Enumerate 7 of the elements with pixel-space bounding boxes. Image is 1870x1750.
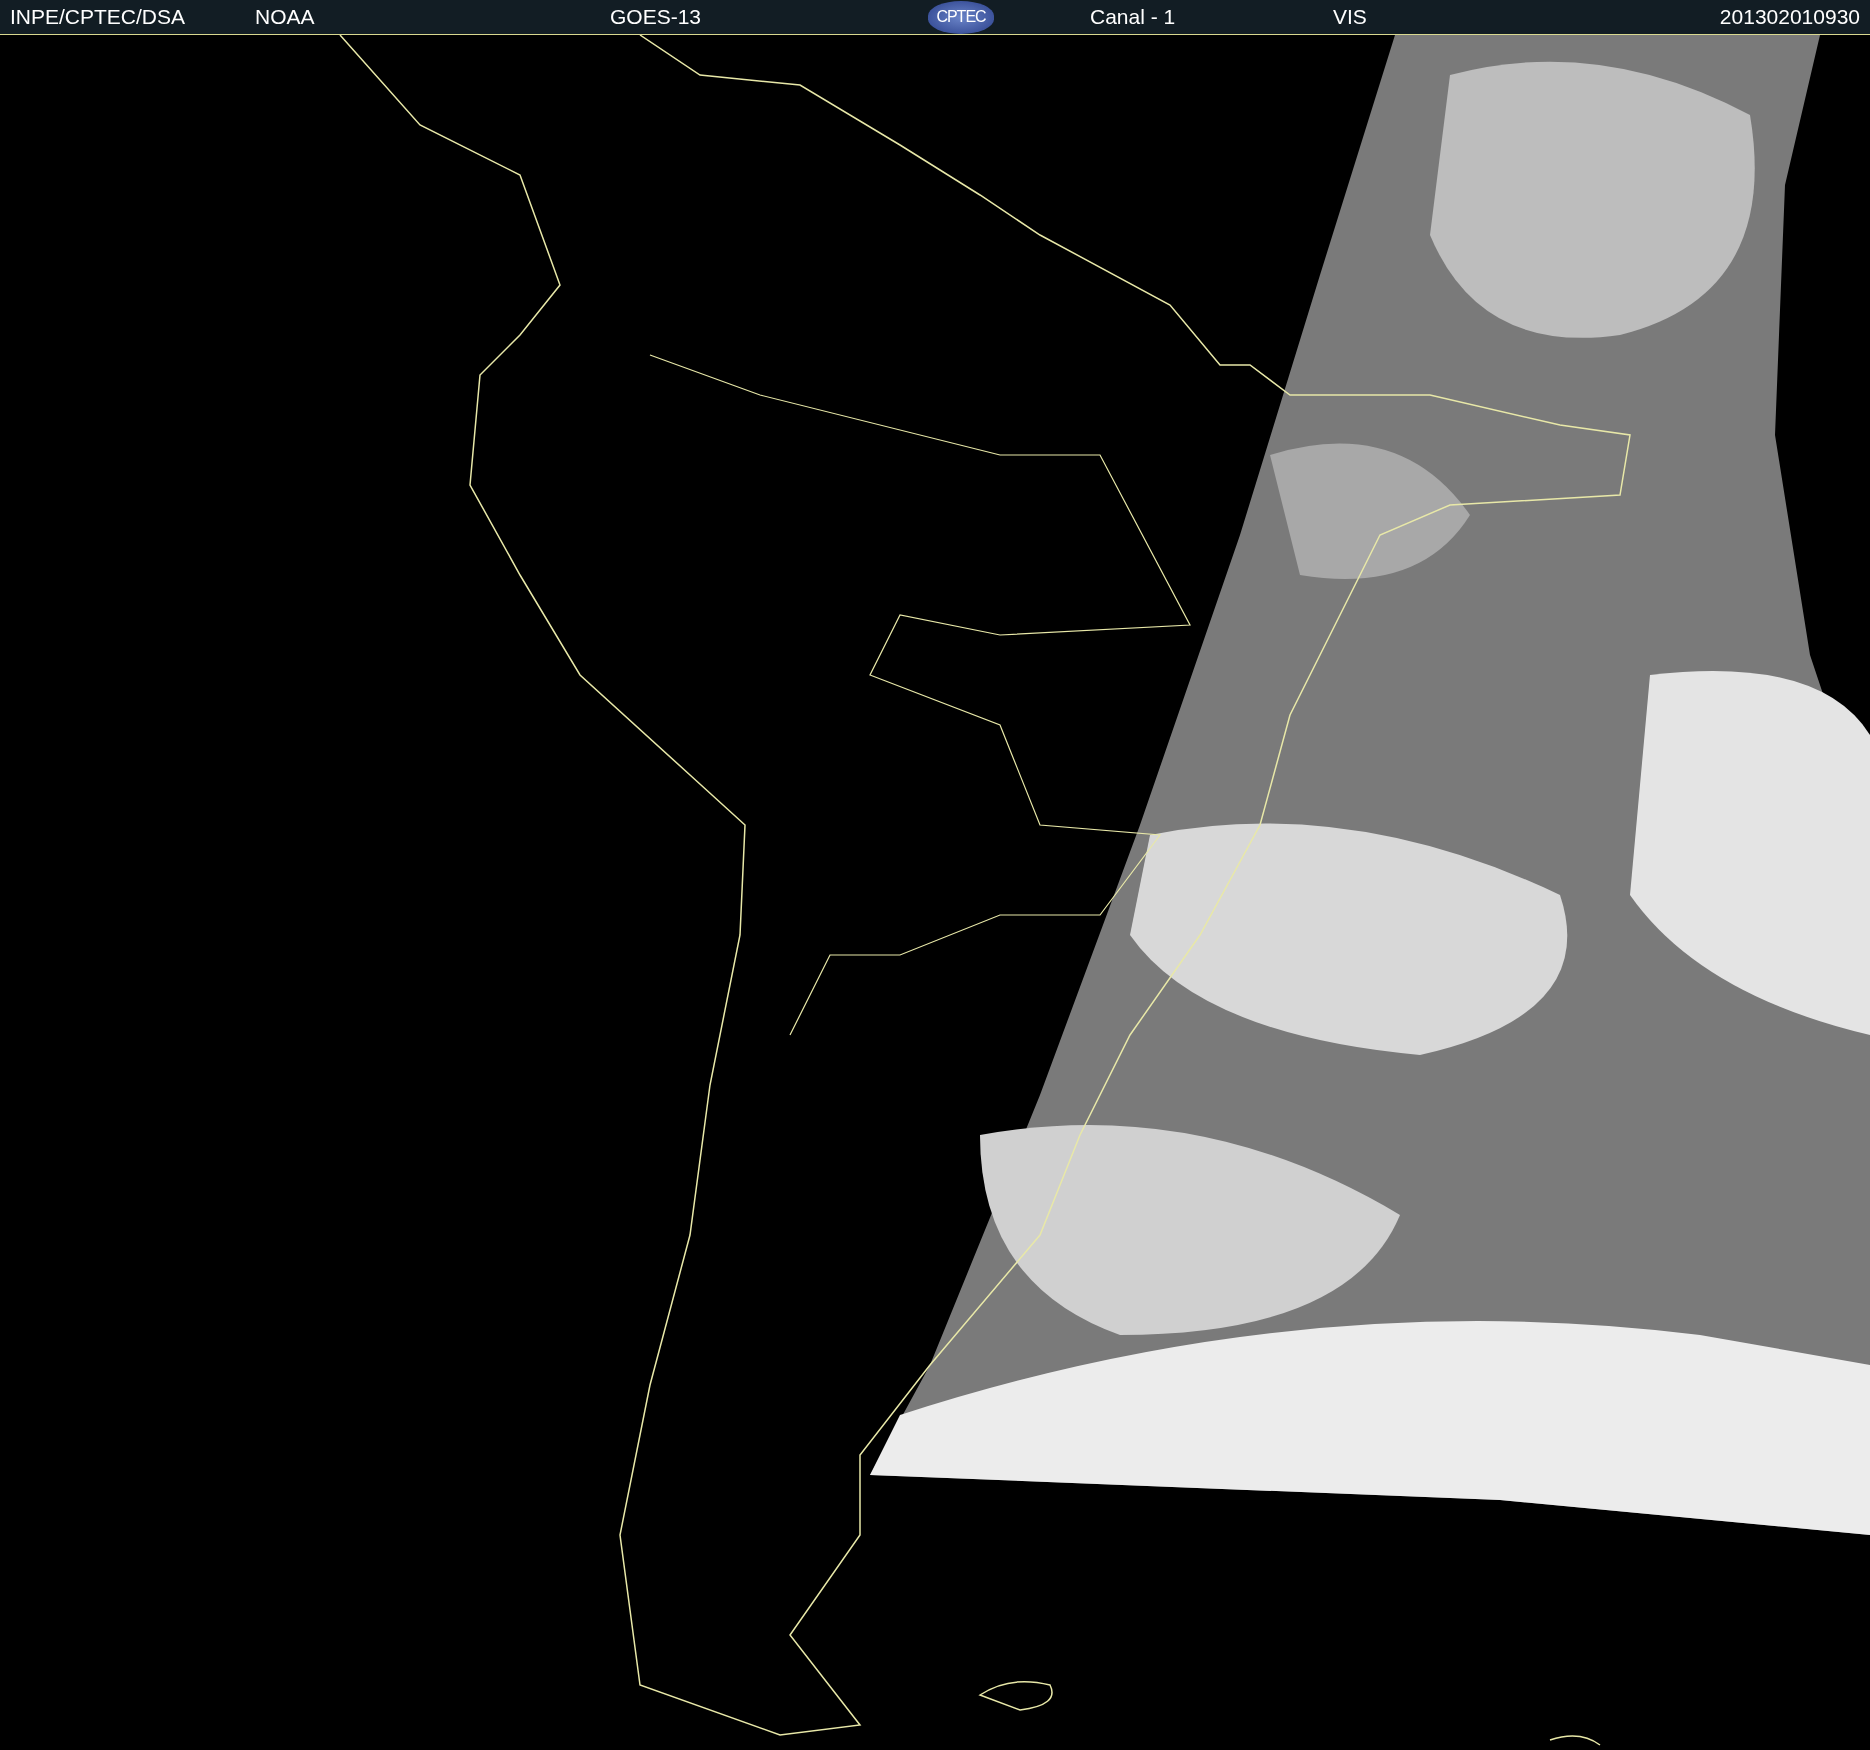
timestamp-label: 201302010930 <box>1719 5 1860 29</box>
satellite-label: GOES-13 <box>610 5 703 29</box>
logo-badge: CPTEC <box>928 0 994 34</box>
channel-label: Canal - 1 <box>1090 5 1177 29</box>
agency-label: NOAA <box>255 5 316 29</box>
band-label: VIS <box>1333 5 1367 29</box>
source-label: INPE/CPTEC/DSA <box>10 5 187 29</box>
